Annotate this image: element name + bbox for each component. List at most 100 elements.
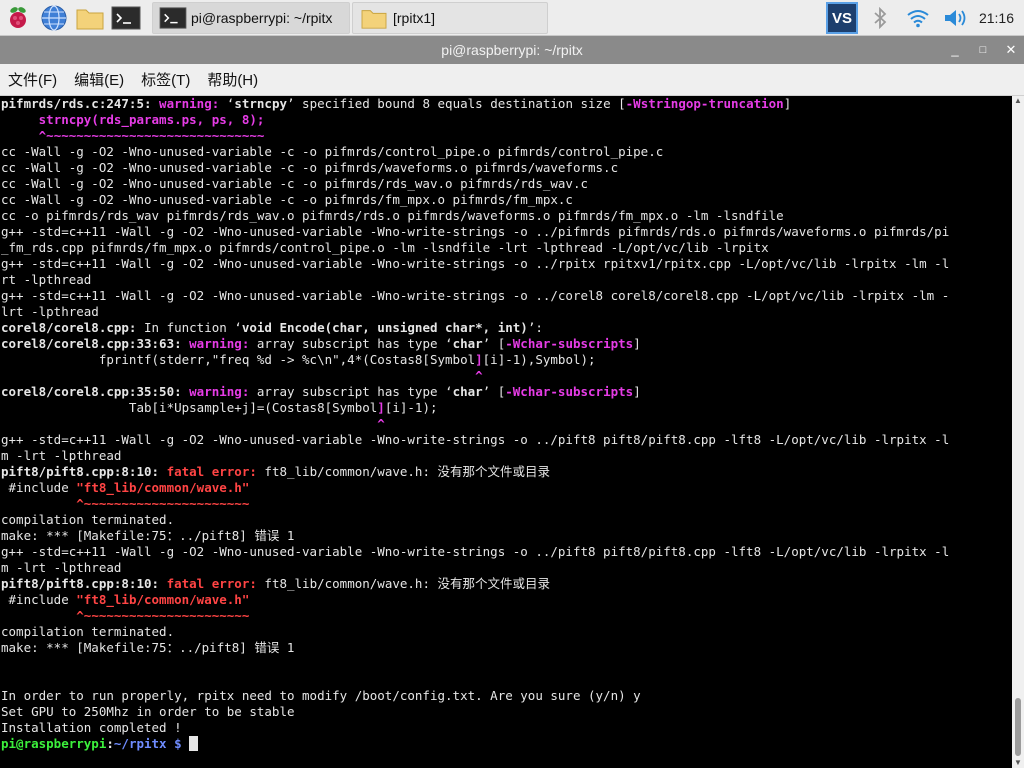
terminal-text: m -lrt -lpthread	[1, 560, 122, 575]
terminal-text: Set GPU to 250Mhz in order to be stable	[1, 704, 295, 719]
terminal-text: ^	[475, 368, 483, 383]
prompt-symbol: $	[166, 736, 190, 751]
raspberry-menu-button[interactable]	[0, 0, 36, 36]
web-browser-launcher[interactable]	[36, 0, 72, 36]
terminal-text: ]	[633, 336, 641, 351]
terminal-line: ^~~~~~~~~~~~~~~~~~~~~~~	[1, 608, 1012, 624]
terminal-text: -Wstringop-truncation	[625, 96, 784, 111]
terminal-line: m -lrt -lpthread	[1, 560, 1012, 576]
vnc-server-button[interactable]: VS	[823, 0, 861, 36]
terminal-output[interactable]: pifmrds/rds.c:247:5: warning: ‘strncpy’ …	[0, 96, 1012, 768]
taskbar-folder-window[interactable]: [rpitx1]	[352, 1, 548, 34]
text-cursor	[189, 736, 199, 751]
bluetooth-icon	[874, 7, 887, 29]
menu-bar: 文件(F) 编辑(E) 标签(T) 帮助(H)	[0, 64, 1024, 96]
terminal-line: corel8/corel8.cpp:35:50: warning: array …	[1, 384, 1012, 400]
terminal-text: array subscript has type ‘	[256, 336, 453, 351]
taskbar-folder-label: [rpitx1]	[393, 9, 436, 26]
top-panel: pi@raspberrypi: ~/rpitx [rpitx1] VS 21:1…	[0, 0, 1024, 36]
terminal-text: _fm_rds.cpp pifmrds/fm_mpx.o pifmrds/con…	[1, 240, 769, 255]
terminal-line: corel8/corel8.cpp: In function ‘void Enc…	[1, 320, 1012, 336]
terminal-icon	[159, 6, 187, 29]
terminal-launcher[interactable]	[108, 0, 144, 36]
terminal-line: _fm_rds.cpp pifmrds/fm_mpx.o pifmrds/con…	[1, 240, 1012, 256]
terminal-line: make: *** [Makefile:75：../pift8] 错误 1	[1, 528, 1012, 544]
terminal-line: Installation completed !	[1, 720, 1012, 736]
taskbar-terminal-label: pi@raspberrypi: ~/rpitx	[191, 9, 333, 26]
folder-icon	[76, 9, 104, 29]
folder-icon	[361, 9, 387, 29]
window-controls: _ □ ✕	[948, 36, 1018, 64]
terminal-scrollbar[interactable]: ▲ ▼	[1012, 96, 1024, 768]
terminal-line: cc -Wall -g -O2 -Wno-unused-variable -c …	[1, 144, 1012, 160]
menu-help[interactable]: 帮助(H)	[207, 69, 258, 90]
terminal-line: pift8/pift8.cpp:8:10: fatal error: ft8_l…	[1, 464, 1012, 480]
terminal-text: pift8/pift8.cpp:8:10:	[1, 464, 167, 479]
terminal-text: In function ‘	[136, 320, 242, 335]
terminal-line: ^~~~~~~~~~~~~~~~~~~~~~~	[1, 496, 1012, 512]
terminal-text: char	[452, 384, 483, 399]
close-button[interactable]: ✕	[1004, 36, 1018, 64]
terminal-text: fatal error:	[166, 576, 265, 591]
scroll-up-arrow[interactable]: ▲	[1012, 96, 1024, 106]
terminal-line: compilation terminated.	[1, 624, 1012, 640]
terminal-text: g++ -std=c++11 -Wall -g -O2 -Wno-unused-…	[1, 224, 950, 239]
terminal-line: Tab[i*Upsample+j]=(Costas8[Symbol][i]-1)…	[1, 400, 1012, 416]
menu-file[interactable]: 文件(F)	[8, 69, 57, 90]
terminal-text: cc -o pifmrds/rds_wav pifmrds/rds_wav.o …	[1, 208, 784, 223]
menu-edit[interactable]: 编辑(E)	[74, 69, 124, 90]
terminal-text: lrt -lpthread	[1, 304, 99, 319]
taskbar-terminal-window[interactable]: pi@raspberrypi: ~/rpitx	[152, 1, 350, 34]
bluetooth-button[interactable]	[861, 0, 899, 36]
raspberry-icon	[10, 6, 26, 28]
terminal-text: ’:	[527, 320, 543, 335]
prompt-user-host: pi@raspberrypi	[1, 736, 107, 751]
terminal-text: void Encode(char, unsigned char*, int)	[241, 320, 528, 335]
terminal-text: ^~~~~~~~~~~~~~~~~~~~~~~	[76, 608, 250, 623]
terminal-text: warning:	[159, 96, 227, 111]
terminal-text: ’ [	[482, 336, 506, 351]
terminal-text: ]	[475, 352, 483, 367]
terminal-text: ^	[377, 416, 385, 431]
menu-tabs[interactable]: 标签(T)	[141, 69, 190, 90]
terminal-text: compilation terminated.	[1, 512, 175, 527]
terminal-line: g++ -std=c++11 -Wall -g -O2 -Wno-unused-…	[1, 224, 1012, 240]
terminal-text: warning:	[189, 384, 257, 399]
system-tray: VS 21:16	[823, 0, 1024, 36]
terminal-line: ^	[1, 416, 1012, 432]
terminal-text: "ft8_lib/common/wave.h"	[76, 480, 250, 495]
volume-button[interactable]	[937, 0, 975, 36]
terminal-text: corel8/corel8.cpp:33:63:	[1, 336, 190, 351]
terminal-prompt[interactable]: pi@raspberrypi:~/rpitx $	[1, 736, 1012, 752]
terminal-text: "ft8_lib/common/wave.h"	[76, 592, 250, 607]
terminal-line: #include "ft8_lib/common/wave.h"	[1, 480, 1012, 496]
terminal-text: In order to run properly, rpitx need to …	[1, 688, 641, 703]
wifi-button[interactable]	[899, 0, 937, 36]
terminal-text: char	[452, 336, 483, 351]
terminal-text: -Wchar-subscripts	[505, 384, 634, 399]
terminal-line: make: *** [Makefile:75：../pift8] 错误 1	[1, 640, 1012, 656]
maximize-button[interactable]: □	[976, 36, 990, 64]
file-manager-launcher[interactable]	[72, 0, 108, 36]
terminal-line: g++ -std=c++11 -Wall -g -O2 -Wno-unused-…	[1, 544, 1012, 560]
terminal-text: #include	[1, 480, 77, 495]
scroll-down-arrow[interactable]: ▼	[1012, 758, 1024, 768]
terminal-text: m -lrt -lpthread	[1, 448, 122, 463]
scrollbar-thumb[interactable]	[1015, 698, 1021, 756]
terminal-text: ^~~~~~~~~~~~~~~~~~~~~~~	[76, 496, 250, 511]
terminal-line: cc -Wall -g -O2 -Wno-unused-variable -c …	[1, 160, 1012, 176]
window-title: pi@raspberrypi: ~/rpitx	[441, 42, 583, 58]
window-titlebar[interactable]: pi@raspberrypi: ~/rpitx _ □ ✕	[0, 36, 1024, 64]
terminal-text: fatal error:	[166, 464, 265, 479]
terminal-text: cc -Wall -g -O2 -Wno-unused-variable -c …	[1, 160, 619, 175]
terminal-text: #include	[1, 592, 77, 607]
globe-icon	[41, 4, 67, 31]
terminal-text: [i]-1);	[384, 400, 438, 415]
clock[interactable]: 21:16	[975, 10, 1024, 26]
minimize-button[interactable]: _	[948, 36, 962, 64]
terminal-text: cc -Wall -g -O2 -Wno-unused-variable -c …	[1, 192, 573, 207]
terminal-text: rt -lpthread	[1, 272, 92, 287]
